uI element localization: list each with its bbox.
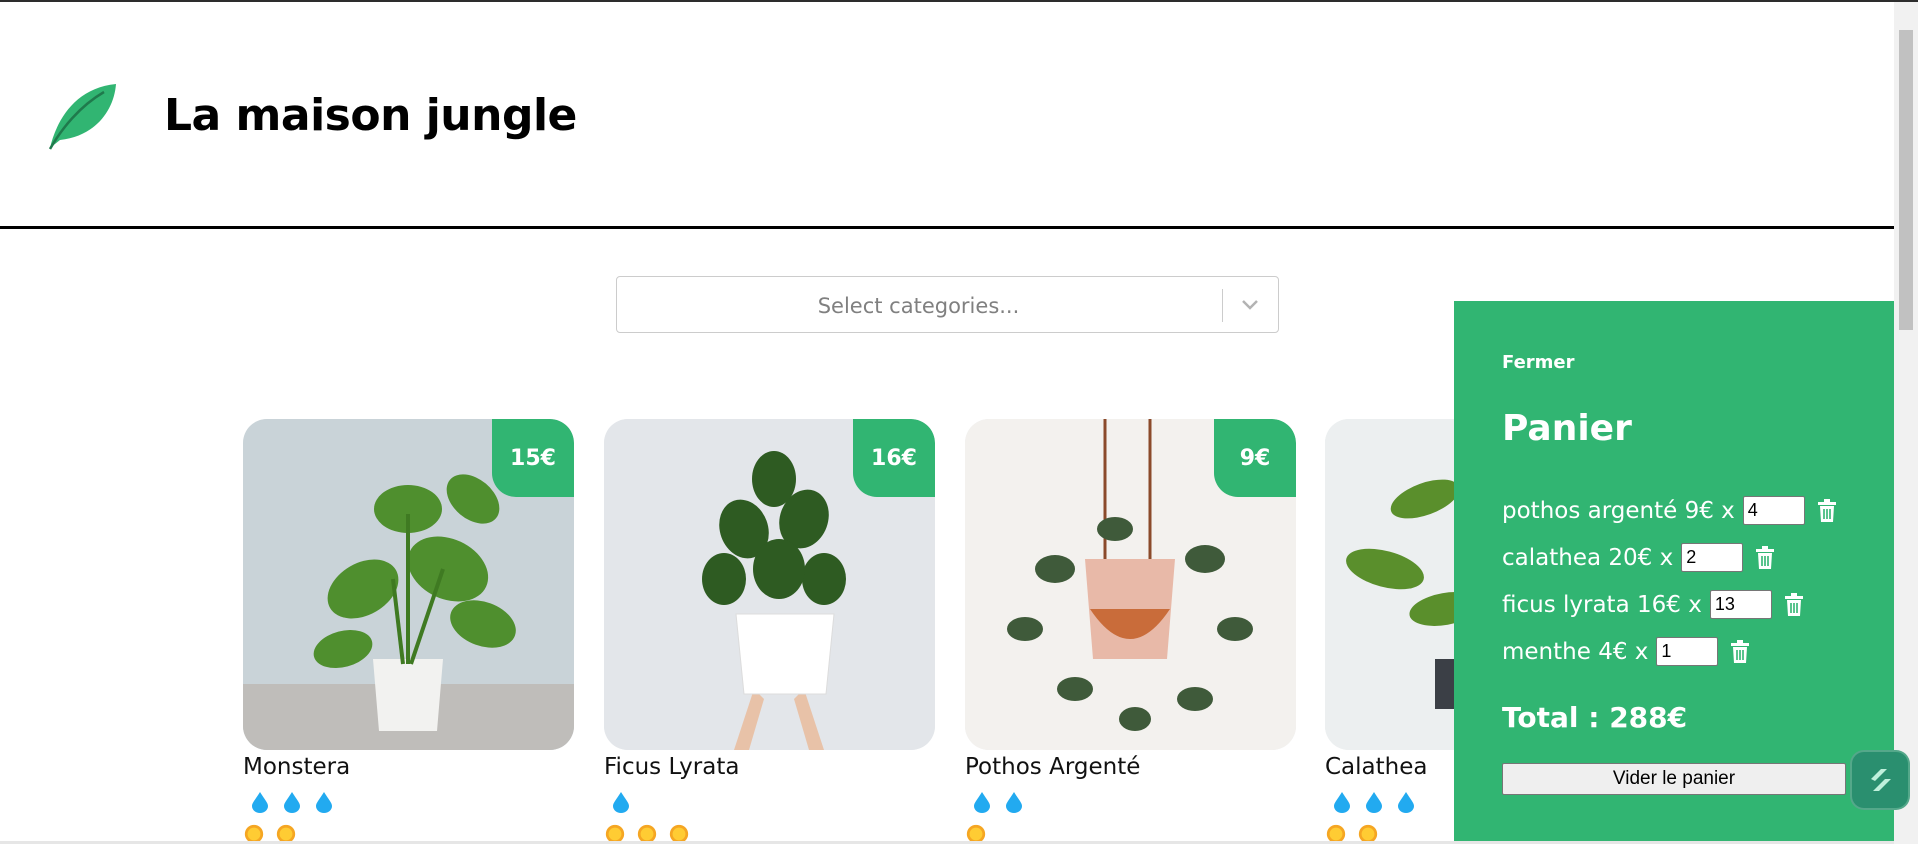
empty-cart-button[interactable]: Vider le panier (1502, 763, 1846, 795)
water-level (249, 788, 574, 816)
cart-total: Total : 288€ (1502, 701, 1688, 734)
quantity-input[interactable] (1742, 496, 1805, 525)
quantity-input[interactable] (1709, 590, 1772, 619)
product-image-ficus-lyrata[interactable]: 16€ (604, 419, 935, 750)
cart-item-label: menthe 4€ x (1502, 638, 1649, 665)
water-drop-icon (252, 792, 268, 813)
product-name: Pothos Argenté (965, 754, 1141, 780)
price-badge: 15€ (492, 419, 574, 497)
water-drop-icon (1334, 792, 1350, 813)
water-drop-icon (613, 792, 629, 813)
cart-close-button[interactable]: Fermer (1502, 352, 1575, 373)
product-image-pothos-argente[interactable]: 9€ (965, 419, 1296, 750)
trash-icon[interactable] (1784, 592, 1804, 617)
category-select[interactable]: Select categories... (616, 276, 1279, 333)
product-image-monstera[interactable]: 15€ (243, 419, 574, 750)
product-card-monstera[interactable]: 15€ Monstera (243, 419, 574, 844)
water-drop-icon (1398, 792, 1414, 813)
extension-icon (1871, 769, 1891, 791)
cart-item-label: pothos argenté 9€ x (1502, 497, 1735, 524)
cart-item: ficus lyrata 16€ x (1502, 581, 1837, 628)
cart-item-label: ficus lyrata 16€ x (1502, 591, 1702, 618)
cart-item: menthe 4€ x (1502, 628, 1837, 675)
product-name: Monstera (243, 754, 351, 780)
product-card-ficus-lyrata[interactable]: 16€ Ficus Lyrata (604, 419, 935, 844)
chevron-down-icon[interactable] (1240, 297, 1260, 313)
water-drop-icon (1006, 792, 1022, 813)
quantity-input[interactable] (1681, 543, 1744, 572)
cart-item-label: calathea 20€ x (1502, 544, 1674, 571)
price-badge: 9€ (1214, 419, 1296, 497)
product-name: Ficus Lyrata (604, 754, 740, 780)
cart-title: Panier (1502, 408, 1632, 449)
scrollbar-thumb[interactable] (1899, 30, 1913, 330)
site-title: La maison jungle (164, 90, 577, 141)
cart-panel: Fermer Panier pothos argenté 9€ x calath… (1454, 301, 1894, 844)
site-header: La maison jungle (0, 2, 1894, 229)
select-separator (1222, 289, 1223, 322)
quantity-input[interactable] (1656, 637, 1719, 666)
water-drop-icon (1366, 792, 1382, 813)
leaf-icon (48, 84, 116, 150)
trash-icon[interactable] (1730, 639, 1750, 664)
page-scrollbar[interactable] (1894, 2, 1918, 844)
water-level (971, 788, 1296, 816)
price-badge: 16€ (853, 419, 935, 497)
water-drop-icon (974, 792, 990, 813)
cart-items: pothos argenté 9€ x calathea 20€ x ficus… (1502, 487, 1837, 675)
category-select-placeholder: Select categories... (817, 294, 1020, 318)
cart-item: calathea 20€ x (1502, 534, 1837, 581)
water-drop-icon (316, 792, 332, 813)
floating-action-button[interactable] (1852, 752, 1908, 808)
trash-icon[interactable] (1755, 545, 1775, 570)
water-drop-icon (284, 792, 300, 813)
water-level (610, 788, 935, 816)
product-card-pothos-argente[interactable]: 9€ Pothos Argenté (965, 419, 1296, 844)
cart-item: pothos argenté 9€ x (1502, 487, 1837, 534)
trash-icon[interactable] (1817, 498, 1837, 523)
